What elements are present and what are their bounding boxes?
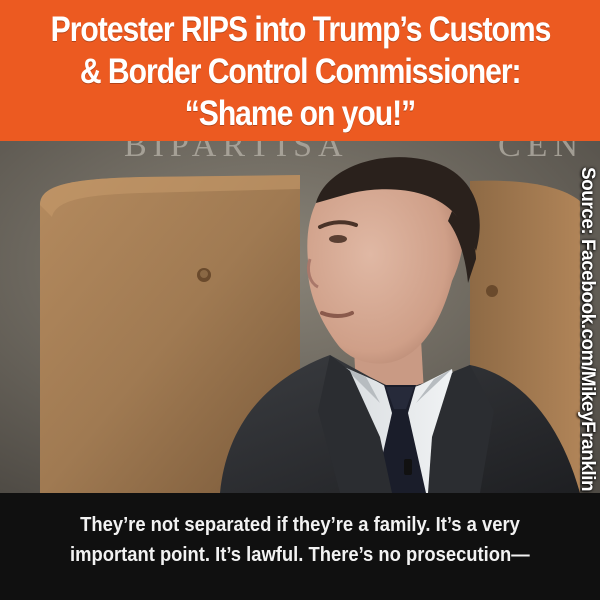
eye xyxy=(329,235,347,243)
caption-bar: They’re not separated if they’re a famil… xyxy=(0,493,600,600)
caption-line-1: They’re not separated if they’re a famil… xyxy=(80,513,520,536)
backdrop-sign-text-right: CEN xyxy=(498,141,584,164)
source-credit: Source: Facebook.com/MikeyFranklin xyxy=(577,167,598,492)
meme-frame: Protester RIPS into Trump’s Customs & Bo… xyxy=(0,0,600,600)
speaker-scene xyxy=(0,141,600,493)
video-still: BIPARTISA CEN Source: Facebook.com/Mikey… xyxy=(0,141,600,493)
headline-line-1: Protester RIPS into Trump’s Customs xyxy=(50,9,551,49)
chair-button-right xyxy=(486,285,498,297)
lapel-microphone xyxy=(404,459,412,475)
headline-line-3: “Shame on you!” xyxy=(184,93,416,133)
headline-banner: Protester RIPS into Trump’s Customs & Bo… xyxy=(0,0,600,141)
headline-line-2: & Border Control Commissioner: xyxy=(79,51,522,91)
caption-line-2: important point. It’s lawful. There’s no… xyxy=(70,543,530,566)
backdrop-sign-text: BIPARTISA xyxy=(124,141,349,164)
chair-button-left-shine xyxy=(200,270,208,278)
